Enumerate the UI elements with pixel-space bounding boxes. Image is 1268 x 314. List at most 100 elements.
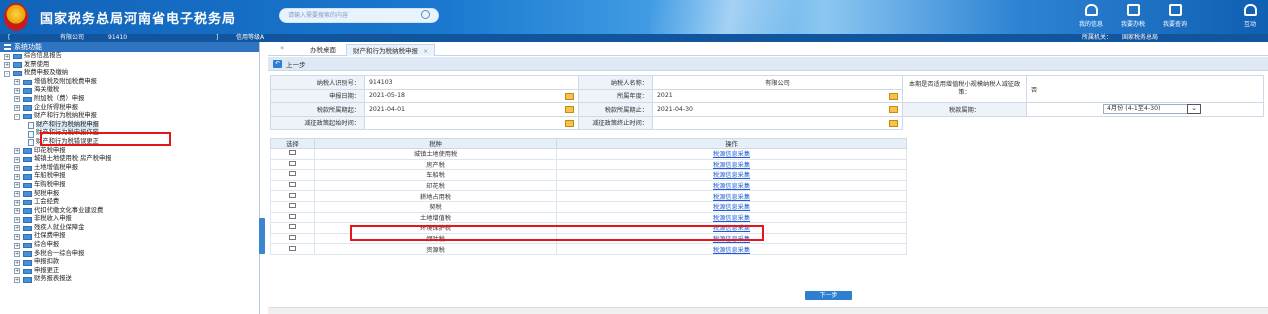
row-checkbox[interactable]	[289, 171, 296, 177]
sidebar-item[interactable]: + 工会经费	[0, 198, 259, 207]
filing-date-field[interactable]: 2021-05-18	[364, 88, 579, 103]
sidebar-item[interactable]: + 社保费申报	[0, 232, 259, 241]
expand-icon[interactable]: +	[14, 233, 20, 240]
collect-source-info-link[interactable]: 税源信息采集	[713, 215, 750, 222]
collect-source-info-link[interactable]: 税源信息采集	[713, 194, 750, 201]
nav-my-info[interactable]: 我的信息	[1070, 2, 1112, 32]
sidebar-item[interactable]: - 财产和行为税纳税申报	[0, 112, 259, 121]
expand-icon[interactable]: +	[14, 208, 20, 215]
row-checkbox[interactable]	[289, 160, 296, 166]
tax-name-cell: 车船税	[314, 169, 557, 181]
sidebar-item[interactable]: - 税费申报及缴纳	[0, 69, 259, 78]
folder-icon	[23, 191, 32, 197]
expand-icon[interactable]: +	[14, 96, 20, 103]
tab-property-filing[interactable]: 财产和行为税纳税申报 ×	[346, 44, 436, 56]
collect-source-info-link[interactable]: 税源信息采集	[713, 204, 750, 211]
expand-icon[interactable]: +	[14, 216, 20, 223]
nav-do-tax[interactable]: 我要办税	[1112, 2, 1154, 32]
expand-icon[interactable]: +	[14, 191, 20, 197]
sidebar-item-label: 车船税申报	[34, 172, 66, 180]
expand-icon[interactable]: +	[14, 105, 20, 112]
back-arrow-icon[interactable]: ↶	[273, 60, 282, 68]
search-icon[interactable]	[421, 10, 430, 19]
row-checkbox[interactable]	[289, 150, 296, 156]
collapse-icon[interactable]: -	[4, 70, 10, 77]
collect-source-info-link[interactable]: 税源信息采集	[713, 172, 750, 179]
sidebar-item[interactable]: + 企业所得税申报	[0, 104, 259, 113]
expand-icon[interactable]: +	[14, 165, 20, 172]
sidebar-item[interactable]: + 城镇土地使用税 房产税申报	[0, 155, 259, 164]
period-end-field[interactable]: 2021-04-30	[652, 102, 903, 117]
sidebar-item[interactable]: + 附加税（费）申报	[0, 95, 259, 104]
highlight-box-land-vat	[350, 225, 764, 241]
expand-icon[interactable]: +	[14, 199, 20, 206]
folder-icon	[23, 96, 32, 103]
expand-icon[interactable]: +	[4, 62, 10, 69]
back-button[interactable]: 上一步	[286, 59, 306, 69]
action-cell: 税源信息采集	[556, 243, 907, 255]
row-checkbox[interactable]	[289, 235, 296, 241]
row-checkbox[interactable]	[289, 182, 296, 188]
expand-icon[interactable]: +	[14, 251, 20, 258]
close-icon[interactable]: ×	[423, 47, 428, 55]
tax-period-select[interactable]: 4月份 (4-1至4-30) ⌄	[1103, 104, 1201, 115]
sidebar-item-label: 税费申报及缴纳	[24, 69, 69, 77]
expand-icon[interactable]: +	[14, 225, 20, 232]
calendar-icon[interactable]	[565, 119, 574, 127]
row-checkbox[interactable]	[289, 224, 296, 230]
row-checkbox[interactable]	[289, 245, 296, 251]
collapse-icon[interactable]: -	[14, 113, 20, 120]
tab-desktop[interactable]: 办税桌面	[304, 44, 342, 56]
tab-scroll-left-icon[interactable]: «	[280, 44, 284, 52]
expand-icon[interactable]: +	[14, 148, 20, 155]
sidebar-item[interactable]: + 财务报表报送	[0, 275, 259, 284]
collect-source-info-link[interactable]: 税源信息采集	[713, 151, 750, 158]
nav-query[interactable]: 我要查询	[1154, 2, 1196, 32]
collect-source-info-link[interactable]: 税源信息采集	[713, 183, 750, 190]
horizontal-scrollbar[interactable]	[268, 307, 1268, 314]
calendar-icon[interactable]	[889, 119, 898, 127]
sidebar-item[interactable]: + 代扣代缴文化事业建设费	[0, 207, 259, 216]
calendar-icon[interactable]	[565, 106, 574, 113]
calendar-icon[interactable]	[565, 92, 574, 100]
collect-source-info-link[interactable]: 税源信息采集	[713, 247, 750, 254]
sidebar-item[interactable]: + 印花税申报	[0, 147, 259, 156]
sidebar-item[interactable]: + 综合申报	[0, 241, 259, 250]
period-start-field[interactable]: 2021-04-01	[364, 102, 579, 117]
sidebar-item-label: 企业所得税申报	[34, 103, 79, 111]
row-checkbox[interactable]	[289, 192, 296, 198]
expand-icon[interactable]: +	[14, 276, 20, 283]
sidebar-item[interactable]: + 海关缴税	[0, 86, 259, 95]
sidebar-item[interactable]: + 综合信息报告	[0, 52, 259, 61]
search-input[interactable]: 请输入需要搜索的内容	[279, 8, 439, 23]
expand-icon[interactable]: +	[14, 156, 20, 163]
sidebar-collapse-handle[interactable]	[259, 218, 265, 254]
policy-end-field[interactable]	[652, 115, 903, 130]
sidebar-item[interactable]: + 申报扣款	[0, 258, 259, 267]
calendar-icon[interactable]	[889, 106, 898, 113]
sidebar-item[interactable]: + 车购税申报	[0, 181, 259, 190]
expand-icon[interactable]: +	[14, 259, 20, 266]
row-checkbox[interactable]	[289, 203, 296, 209]
sidebar-item[interactable]: + 多税合一综合申报	[0, 250, 259, 259]
sidebar-item[interactable]: + 契税申报	[0, 190, 259, 199]
sidebar-item[interactable]: + 非税收入申报	[0, 215, 259, 224]
nav-interact[interactable]: 互动	[1232, 2, 1268, 32]
next-button[interactable]: 下一步	[805, 291, 852, 300]
chevron-down-icon[interactable]: ⌄	[1187, 104, 1201, 115]
sidebar-item[interactable]: + 发票使用	[0, 61, 259, 70]
sidebar-item[interactable]: + 车船税申报	[0, 172, 259, 181]
expand-icon[interactable]: +	[14, 79, 20, 86]
expand-icon[interactable]: +	[14, 268, 20, 275]
year-field[interactable]: 2021	[652, 88, 903, 103]
row-checkbox[interactable]	[289, 213, 296, 219]
expand-icon[interactable]: +	[14, 182, 20, 189]
calendar-icon[interactable]	[889, 92, 898, 100]
collect-source-info-link[interactable]: 税源信息采集	[713, 162, 750, 169]
expand-icon[interactable]: +	[4, 53, 10, 60]
expand-icon[interactable]: +	[14, 242, 20, 249]
period-end-value: 2021-04-30	[657, 105, 693, 113]
policy-start-field[interactable]	[364, 115, 579, 130]
expand-icon[interactable]: +	[14, 87, 20, 94]
expand-icon[interactable]: +	[14, 173, 20, 180]
